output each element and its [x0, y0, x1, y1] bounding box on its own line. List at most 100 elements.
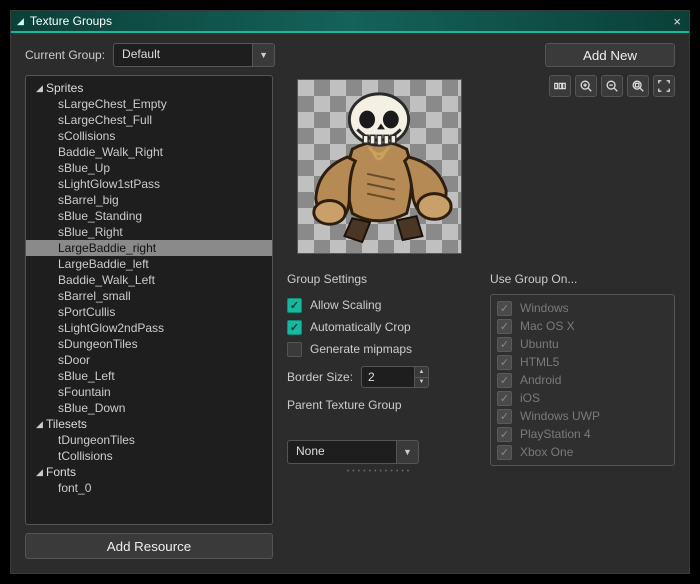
auto-crop-checkbox[interactable]: [287, 320, 302, 335]
tree-item[interactable]: sBlue_Left: [26, 368, 272, 384]
tree-item[interactable]: font_0: [26, 480, 272, 496]
tree-item[interactable]: sBlue_Up: [26, 160, 272, 176]
platform-label: Mac OS X: [520, 319, 575, 333]
tree-item[interactable]: sCollisions: [26, 128, 272, 144]
fullscreen-button[interactable]: [653, 75, 675, 97]
current-group-dropdown[interactable]: Default ▼: [113, 43, 275, 67]
current-group-value: Default: [113, 43, 253, 67]
zoom-fit-button[interactable]: [627, 75, 649, 97]
tree-item[interactable]: sPortCullis: [26, 304, 272, 320]
group-settings-title: Group Settings: [287, 272, 472, 286]
platform-row: Xbox One: [497, 443, 668, 461]
chevron-down-icon[interactable]: ▼: [397, 440, 419, 464]
tree-item[interactable]: sBarrel_small: [26, 288, 272, 304]
platform-label: HTML5: [520, 355, 559, 369]
group-settings: Group Settings Allow Scaling Automatical…: [287, 272, 472, 559]
allow-scaling-label: Allow Scaling: [310, 298, 381, 312]
platform-row: Android: [497, 371, 668, 389]
use-group-title: Use Group On...: [490, 272, 675, 286]
platform-row: PlayStation 4: [497, 425, 668, 443]
toolbar: Current Group: Default ▼ Add New: [11, 33, 689, 75]
titlebar: ◢ Texture Groups ×: [11, 11, 689, 33]
tree-group[interactable]: ◢Tilesets: [26, 416, 272, 432]
zoom-tools: [549, 75, 675, 97]
add-resource-button[interactable]: Add Resource: [25, 533, 273, 559]
platform-row: Mac OS X: [497, 317, 668, 335]
spin-down-icon[interactable]: ▼: [415, 378, 428, 388]
platform-checkbox: [497, 337, 512, 352]
auto-crop-row[interactable]: Automatically Crop: [287, 316, 472, 338]
resource-tree[interactable]: ◢SpritessLargeChest_EmptysLargeChest_Ful…: [25, 75, 273, 525]
platform-row: Windows UWP: [497, 407, 668, 425]
zoom-1to1-button[interactable]: [549, 75, 571, 97]
caret-down-icon: ◢: [36, 83, 46, 94]
zoom-in-button[interactable]: [575, 75, 597, 97]
tree-item[interactable]: sBlue_Standing: [26, 208, 272, 224]
tree-item[interactable]: LargeBaddie_left: [26, 256, 272, 272]
tree-item[interactable]: sLargeChest_Empty: [26, 96, 272, 112]
auto-crop-label: Automatically Crop: [310, 320, 411, 334]
tree-item[interactable]: sDungeonTiles: [26, 336, 272, 352]
allow-scaling-row[interactable]: Allow Scaling: [287, 294, 472, 316]
tree-item[interactable]: LargeBaddie_right: [26, 240, 272, 256]
platform-row: iOS: [497, 389, 668, 407]
platform-checkbox: [497, 355, 512, 370]
platform-checkbox: [497, 391, 512, 406]
allow-scaling-checkbox[interactable]: [287, 298, 302, 313]
chevron-down-icon[interactable]: ▼: [253, 43, 275, 67]
tree-item[interactable]: sLightGlow2ndPass: [26, 320, 272, 336]
platform-checkbox: [497, 301, 512, 316]
tree-item[interactable]: sFountain: [26, 384, 272, 400]
border-size-input[interactable]: [361, 366, 415, 388]
zoom-out-button[interactable]: [601, 75, 623, 97]
tree-item[interactable]: tCollisions: [26, 448, 272, 464]
platform-checkbox: [497, 409, 512, 424]
tree-item[interactable]: sBarrel_big: [26, 192, 272, 208]
platform-checkbox: [497, 427, 512, 442]
resize-dots-icon: ••••••••••••: [287, 468, 472, 475]
gen-mipmaps-checkbox[interactable]: [287, 342, 302, 357]
texture-groups-window: ◢ Texture Groups × Current Group: Defaul…: [10, 10, 690, 574]
tree-group[interactable]: ◢Sprites: [26, 80, 272, 96]
platform-checkbox: [497, 319, 512, 334]
resource-panel: ◢SpritessLargeChest_EmptysLargeChest_Ful…: [25, 75, 273, 559]
tree-item[interactable]: tDungeonTiles: [26, 432, 272, 448]
current-group-label: Current Group:: [25, 48, 105, 62]
close-icon[interactable]: ×: [671, 14, 683, 29]
tree-group[interactable]: ◢Fonts: [26, 464, 272, 480]
parent-group-dropdown[interactable]: None ▼: [287, 440, 437, 464]
platform-label: Android: [520, 373, 561, 387]
platform-list: Windows Mac OS X Ubuntu HTML5 Android iOS Wind…: [490, 294, 675, 466]
caret-down-icon: ◢: [36, 467, 46, 478]
platform-row: HTML5: [497, 353, 668, 371]
tree-item[interactable]: Baddie_Walk_Left: [26, 272, 272, 288]
preview-image: [298, 80, 461, 253]
detail-panel: Group Settings Allow Scaling Automatical…: [287, 75, 675, 559]
spin-up-icon[interactable]: ▲: [415, 367, 428, 378]
tree-item[interactable]: sLargeChest_Full: [26, 112, 272, 128]
gen-mipmaps-label: Generate mipmaps: [310, 342, 412, 356]
use-group-panel: Use Group On... Windows Mac OS X Ubuntu HTM…: [490, 272, 675, 559]
parent-group-label: Parent Texture Group: [287, 398, 472, 412]
collapse-icon[interactable]: ◢: [17, 16, 24, 27]
platform-checkbox: [497, 373, 512, 388]
border-size-label: Border Size:: [287, 370, 353, 384]
tree-item[interactable]: sLightGlow1stPass: [26, 176, 272, 192]
platform-checkbox: [497, 445, 512, 460]
tree-item[interactable]: sBlue_Down: [26, 400, 272, 416]
platform-label: Ubuntu: [520, 337, 559, 351]
tree-item[interactable]: sDoor: [26, 352, 272, 368]
platform-label: Xbox One: [520, 445, 573, 459]
window-title: Texture Groups: [30, 14, 671, 28]
gen-mipmaps-row[interactable]: Generate mipmaps: [287, 338, 472, 360]
tree-item[interactable]: sBlue_Right: [26, 224, 272, 240]
border-size-field[interactable]: ▲ ▼: [361, 366, 429, 388]
caret-down-icon: ◢: [36, 419, 46, 430]
platform-label: iOS: [520, 391, 540, 405]
platform-label: PlayStation 4: [520, 427, 591, 441]
platform-label: Windows: [520, 301, 569, 315]
tree-item[interactable]: Baddie_Walk_Right: [26, 144, 272, 160]
tree-group-label: Tilesets: [46, 417, 87, 431]
sprite-preview: [297, 79, 462, 254]
add-new-button[interactable]: Add New: [545, 43, 675, 67]
